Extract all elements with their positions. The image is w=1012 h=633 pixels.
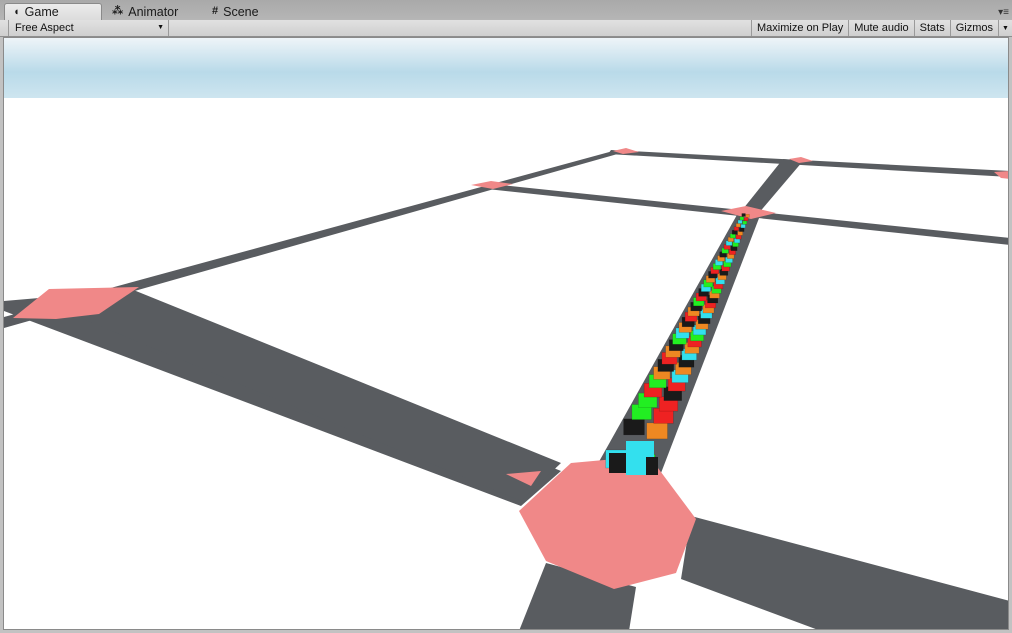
vehicle — [739, 216, 745, 221]
tab-scene-label: Scene — [223, 4, 259, 19]
vehicle — [733, 226, 740, 231]
vehicle — [741, 213, 746, 217]
chevron-down-icon: ▼ — [157, 24, 164, 31]
vehicle — [737, 231, 743, 236]
vehicle — [739, 227, 745, 232]
tab-game[interactable]: ◖ Game — [4, 3, 102, 20]
maximize-on-play-button[interactable]: Maximize on Play — [751, 20, 848, 36]
panel-menu-icon[interactable]: ▾≡ — [998, 8, 1009, 18]
vehicle-part — [646, 457, 658, 475]
aspect-dropdown-label: Free Aspect — [15, 22, 74, 34]
scene-grid-icon: # — [212, 5, 219, 17]
gizmos-dropdown-chevron-icon[interactable]: ▼ — [998, 20, 1012, 36]
vehicle — [735, 223, 741, 228]
scene-render — [4, 38, 1008, 629]
aspect-dropdown[interactable]: Free Aspect ▼ — [8, 20, 169, 36]
animator-icon: ⁂ — [112, 5, 124, 17]
tab-strip: ◖ Game ⁂ Animator # Scene ▾≡ — [0, 0, 1012, 20]
vehicle — [623, 418, 645, 436]
vehicle — [742, 220, 748, 225]
tab-scene[interactable]: # Scene — [204, 3, 284, 20]
tab-animator[interactable]: ⁂ Animator — [104, 3, 202, 20]
tab-animator-label: Animator — [128, 4, 179, 19]
vehicle — [745, 214, 750, 218]
game-viewport[interactable] — [3, 37, 1009, 630]
stats-button[interactable]: Stats — [913, 20, 950, 36]
mute-audio-button[interactable]: Mute audio — [848, 20, 913, 36]
sky — [4, 38, 1008, 100]
game-toolbar: Free Aspect ▼ Maximize on Play Mute audi… — [0, 20, 1012, 37]
tab-game-label: Game — [24, 5, 59, 19]
vehicle — [743, 217, 749, 222]
gizmos-button[interactable]: Gizmos — [949, 20, 998, 36]
vehicle — [646, 422, 668, 440]
vehicle — [740, 224, 746, 229]
pacman-icon: ◖ — [13, 5, 20, 18]
vehicle — [737, 219, 743, 224]
